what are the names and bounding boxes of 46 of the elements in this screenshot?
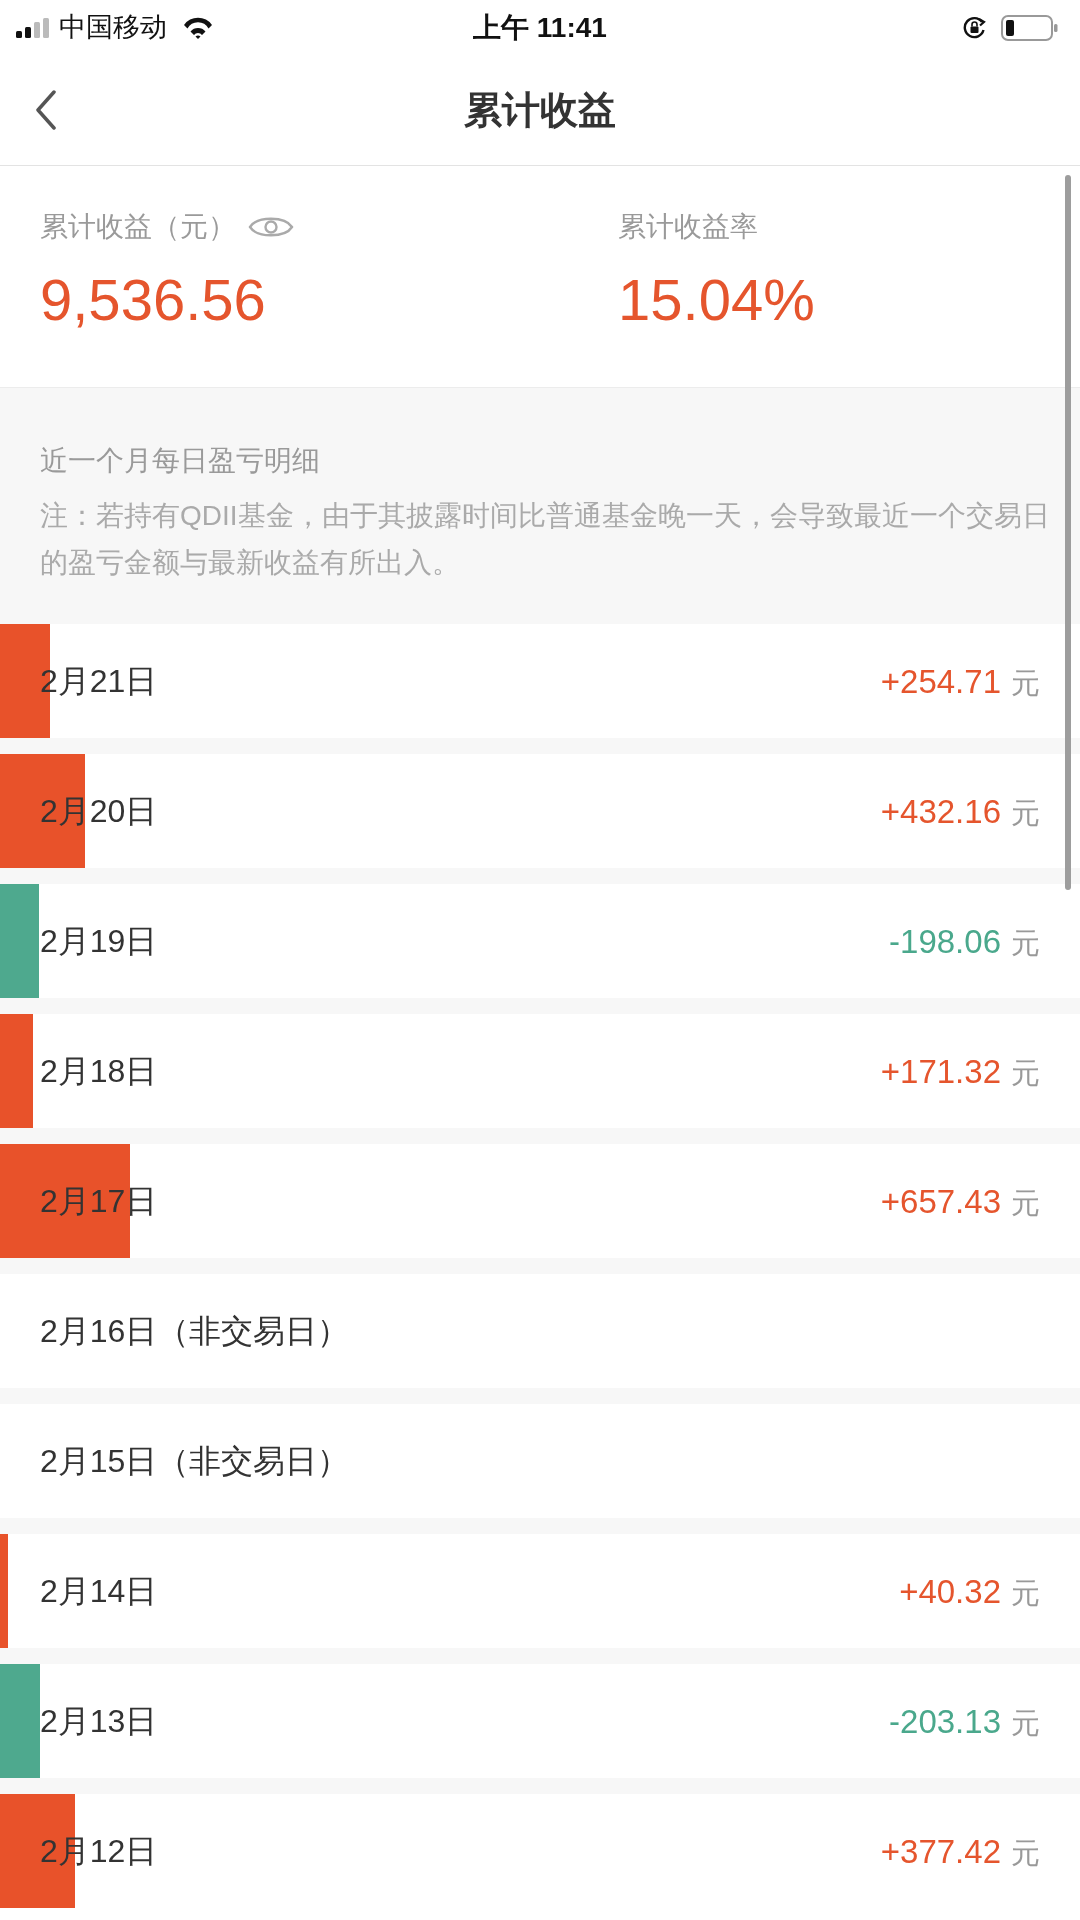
list-row[interactable]: 2月17日 +657.43 元 (0, 1144, 1080, 1258)
stat-value: 15.04% (618, 271, 815, 329)
list-row[interactable]: 2月16日（非交易日） (0, 1274, 1080, 1388)
amount-value: +40.32 (899, 1574, 1001, 1608)
unit-label: 元 (1011, 668, 1040, 698)
date-label: 2月18日 (40, 1055, 158, 1087)
wifi-icon (183, 16, 213, 39)
list-row[interactable]: 2月20日 +432.16 元 (0, 754, 1080, 868)
stat-label: 累计收益率 (618, 213, 758, 241)
date-label: 2月14日 (40, 1575, 158, 1607)
list-row[interactable]: 2月18日 +171.32 元 (0, 1014, 1080, 1128)
amount-value: +171.32 (880, 1054, 1001, 1088)
note-text: 注：若持有QDII基金，由于其披露时间比普通基金晚一天，会导致最近一个交易日的盈亏金额与最新收益有所出入。 (40, 499, 1050, 580)
rotation-lock-icon (963, 15, 987, 40)
date-label: 2月16日（非交易日） (40, 1315, 350, 1347)
unit-label: 元 (1011, 1838, 1040, 1868)
amount-value: +377.42 (880, 1834, 1001, 1868)
unit-label: 元 (1011, 1708, 1040, 1738)
back-icon[interactable] (34, 90, 58, 130)
status-time: 上午 11:41 (473, 13, 607, 42)
date-label: 2月17日 (40, 1185, 158, 1217)
stat-label: 累计收益（元） (40, 213, 236, 241)
list-row[interactable]: 2月14日 +40.32 元 (0, 1534, 1080, 1648)
date-label: 2月13日 (40, 1705, 158, 1737)
amount-value: -203.13 (889, 1704, 1001, 1738)
unit-label: 元 (1011, 928, 1040, 958)
amount-value: -198.06 (889, 924, 1001, 958)
list-row[interactable]: 2月13日 -203.13 元 (0, 1664, 1080, 1778)
date-label: 2月15日（非交易日） (40, 1445, 350, 1477)
stat-value: 9,536.56 (40, 271, 267, 329)
unit-label: 元 (1011, 1188, 1040, 1218)
list-row[interactable]: 2月19日 -198.06 元 (0, 884, 1080, 998)
page-title: 累计收益 (464, 91, 616, 129)
date-label: 2月20日 (40, 795, 158, 827)
carrier-name: 中国移动 (59, 14, 167, 41)
section-title: 近一个月每日盈亏明细 (40, 444, 321, 478)
amount-value: +254.71 (880, 664, 1001, 698)
amount-value: +657.43 (880, 1184, 1001, 1218)
date-label: 2月19日 (40, 925, 158, 957)
unit-label: 元 (1011, 1578, 1040, 1608)
amount-value: +432.16 (880, 794, 1001, 828)
unit-label: 元 (1011, 798, 1040, 828)
signal-icon (16, 17, 49, 38)
unit-label: 元 (1011, 1058, 1040, 1088)
battery-icon (1001, 14, 1058, 41)
list-row[interactable]: 2月15日（非交易日） (0, 1404, 1080, 1518)
